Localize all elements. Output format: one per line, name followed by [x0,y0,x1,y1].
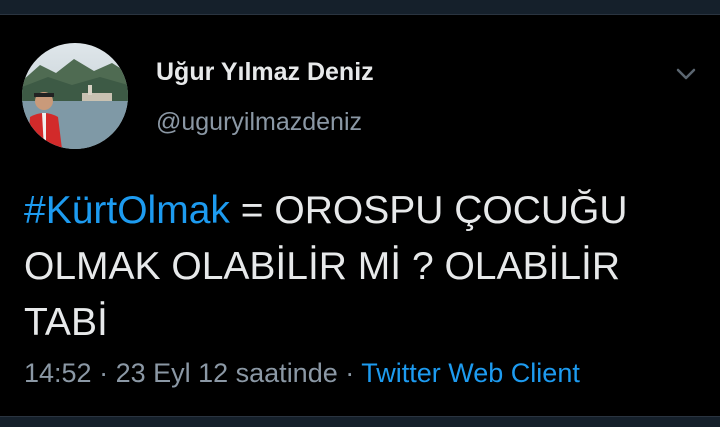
top-divider [0,0,720,15]
author-handle[interactable]: @uguryilmazdeniz [156,108,362,137]
tweet-time[interactable]: 14:52 [24,358,92,388]
tweet-metadata: 14:52 · 23 Eyl 12 saatinde · Twitter Web… [24,358,580,389]
hashtag-link[interactable]: #KürtOlmak [24,189,230,232]
bottom-divider [0,416,720,427]
separator-dot: · [91,358,116,388]
author-name[interactable]: Uğur Yılmaz Deniz [156,58,374,87]
chevron-down-icon[interactable] [672,60,700,88]
separator-dot: · [337,358,362,388]
avatar[interactable] [22,43,128,149]
client-link[interactable]: Twitter Web Client [361,358,580,388]
tweet-text: #KürtOlmak = OROSPU ÇOCUĞU OLMAK OLABİLİ… [24,183,704,351]
tweet-date[interactable]: 23 Eyl 12 saatinde [116,358,338,388]
